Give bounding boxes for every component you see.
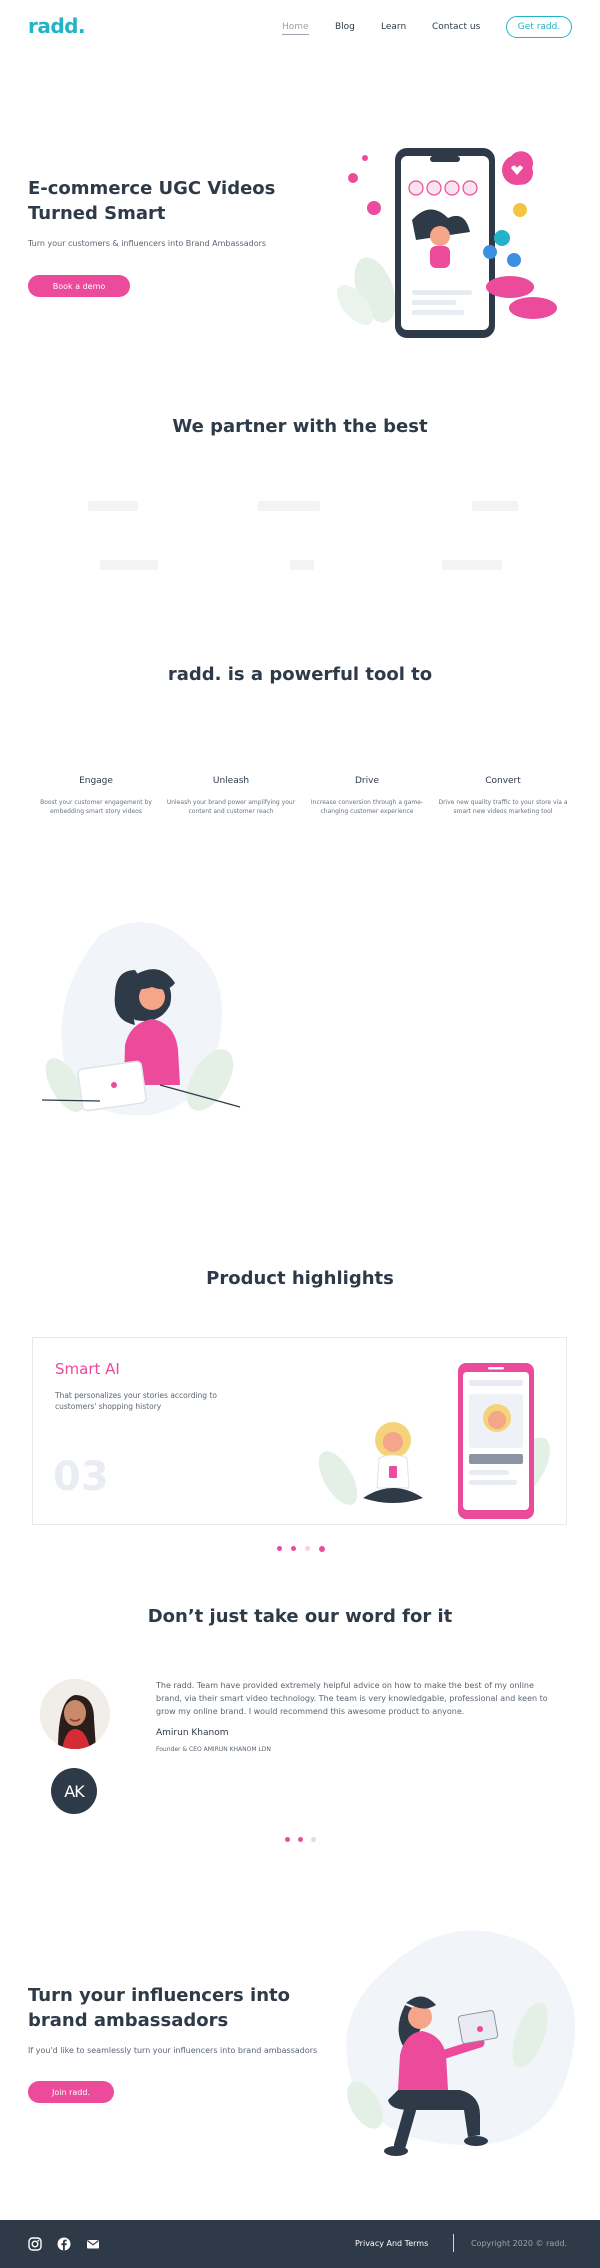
page: radd. Home Blog Learn Contact us Get rad… — [0, 0, 600, 2268]
tool-title: Unleash — [212, 776, 250, 786]
hero-title-line2: Turned Smart — [28, 203, 166, 224]
copyright-text: Copyright 2020 © radd. — [471, 2239, 567, 2248]
carousel-dot[interactable] — [284, 1837, 290, 1842]
nav-home[interactable]: Home — [282, 22, 309, 35]
cta-subtitle: If you'd like to seamlessly turn your in… — [28, 2046, 318, 2055]
carousel-dot[interactable] — [297, 1837, 303, 1842]
tool-title: Drive — [355, 776, 379, 786]
tool-drive: Drive Increase conversion through a game… — [302, 776, 432, 816]
author-initials-avatar: AK — [51, 1768, 97, 1814]
partner-logo — [100, 560, 158, 570]
partners-title: We partner with the best — [172, 416, 428, 437]
site-header: radd. Home Blog Learn Contact us Get rad… — [0, 0, 600, 54]
mail-icon[interactable] — [86, 2237, 100, 2251]
tool-title: Engage — [79, 776, 113, 786]
carousel-dot[interactable] — [310, 1837, 316, 1842]
partner-logo — [290, 560, 314, 570]
site-footer: Privacy And Terms Copyright 2020 © radd. — [0, 2220, 600, 2268]
highlight-card: Smart AI That personalizes your stories … — [32, 1337, 567, 1525]
tool-unleash: Unleash Unleash your brand power amplify… — [166, 776, 296, 816]
woman-laptop-illustration — [41, 922, 241, 1116]
card-desc: That personalizes your stories according… — [55, 1391, 217, 1411]
hero-subtitle: Turn your customers & influencers into B… — [28, 239, 267, 248]
carousel-dot[interactable] — [304, 1546, 310, 1551]
tool-title: Convert — [485, 776, 521, 786]
tool-desc: Unleash your brand power amplifying your… — [166, 799, 296, 815]
partner-logo — [258, 501, 320, 511]
phone-illustration — [337, 148, 557, 338]
smart-ai-illustration — [318, 1363, 550, 1519]
nav-learn[interactable]: Learn — [381, 22, 406, 32]
partner-logo — [472, 501, 518, 511]
join-radd-button[interactable]: Join radd. — [28, 2081, 114, 2103]
cta-title-line1: Turn your influencers into — [28, 1985, 290, 2006]
hero-title-line1: E-commerce UGC Videos — [28, 178, 276, 199]
tool-desc: Drive new quality traffic to your store … — [438, 799, 568, 815]
tool-desc: Increase conversion through a game-chang… — [310, 799, 424, 815]
book-demo-button[interactable]: Book a demo — [28, 275, 130, 297]
testimonial-author: Amirun Khanom — [156, 1728, 229, 1738]
carousel-dot[interactable] — [290, 1546, 296, 1551]
avatar — [40, 1679, 110, 1749]
carousel-dot[interactable] — [318, 1546, 325, 1552]
nav-blog[interactable]: Blog — [335, 22, 355, 32]
instagram-icon[interactable] — [28, 2237, 42, 2251]
tool-convert: Convert Drive new quality traffic to you… — [438, 776, 568, 816]
footer-divider — [453, 2234, 454, 2252]
tools-title: radd. is a powerful tool to — [167, 664, 433, 685]
woman-tablet-illustration — [346, 1930, 575, 2156]
tool-desc: Boost your customer engagement by embedd… — [40, 799, 152, 815]
cta-title-line2: brand ambassadors — [28, 2010, 229, 2031]
card-title: Smart AI — [55, 1360, 120, 1378]
partner-logo — [88, 501, 138, 511]
hero-title: E-commerce UGC Videos Turned Smart — [28, 176, 308, 226]
facebook-icon[interactable] — [57, 2237, 71, 2251]
testimonials-title: Don’t just take our word for it — [147, 1606, 453, 1627]
testimonial-role: Founder & CEO AMIRUN KHANOM LDN — [156, 1746, 271, 1753]
nav-contact[interactable]: Contact us — [432, 22, 480, 32]
get-radd-button[interactable]: Get radd. — [506, 16, 572, 38]
privacy-terms-link[interactable]: Privacy And Terms — [355, 2239, 428, 2248]
card-number: 03 — [53, 1454, 109, 1500]
partner-logo — [442, 560, 502, 570]
carousel-dot[interactable] — [276, 1546, 282, 1551]
testimonial-quote: The radd. Team have provided extremely h… — [156, 1681, 548, 1716]
cta-title: Turn your influencers into brand ambassa… — [28, 1983, 328, 2033]
logo[interactable]: radd. — [28, 14, 86, 38]
tool-engage: Engage Boost your customer engagement by… — [31, 776, 161, 816]
highlights-title: Product highlights — [206, 1268, 394, 1289]
